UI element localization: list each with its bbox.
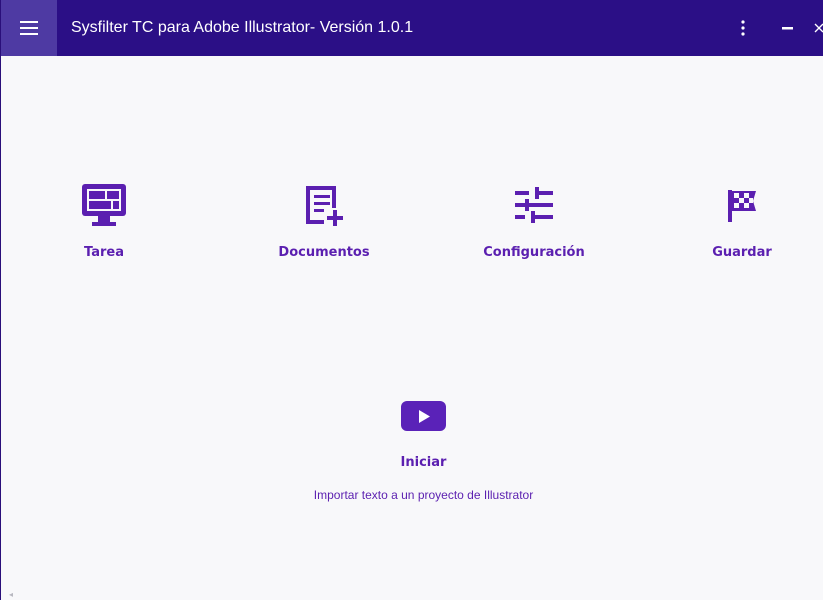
configuracion-button[interactable]: Configuración: [459, 180, 609, 270]
vertical-dots-icon: [741, 20, 745, 36]
close-button[interactable]: [809, 0, 823, 56]
minimize-button[interactable]: [775, 0, 799, 56]
play-icon: [418, 409, 430, 423]
app-window: Sysfilter TC para Adobe Illustrator- Ver…: [0, 0, 823, 600]
close-icon: [814, 23, 823, 33]
scroll-corner-icon: ◂: [9, 590, 14, 599]
start-section: Iniciar Importar texto a un proyecto de …: [231, 398, 616, 518]
window-title: Sysfilter TC para Adobe Illustrator- Ver…: [71, 19, 414, 36]
start-label[interactable]: Iniciar: [231, 455, 616, 470]
checkered-flag-icon: [728, 190, 756, 222]
monitor-dashboard-icon: [82, 184, 126, 226]
title-bar: Sysfilter TC para Adobe Illustrator- Ver…: [1, 0, 823, 56]
guardar-button[interactable]: Guardar: [667, 180, 817, 270]
minimize-icon: [781, 27, 793, 30]
configuracion-label: Configuración: [483, 245, 585, 260]
tarea-button[interactable]: Tarea: [29, 180, 179, 270]
start-button[interactable]: [401, 401, 446, 431]
sliders-icon: [515, 187, 553, 223]
guardar-label: Guardar: [712, 245, 772, 260]
hamburger-menu-icon: [20, 21, 38, 35]
document-add-icon: [306, 186, 343, 226]
documentos-button[interactable]: Documentos: [249, 180, 399, 270]
documentos-label: Documentos: [278, 245, 370, 260]
more-options-button[interactable]: [731, 0, 755, 56]
start-description: Importar texto a un proyecto de Illustra…: [313, 488, 534, 502]
menu-button[interactable]: [1, 0, 57, 56]
tarea-label: Tarea: [84, 245, 124, 260]
